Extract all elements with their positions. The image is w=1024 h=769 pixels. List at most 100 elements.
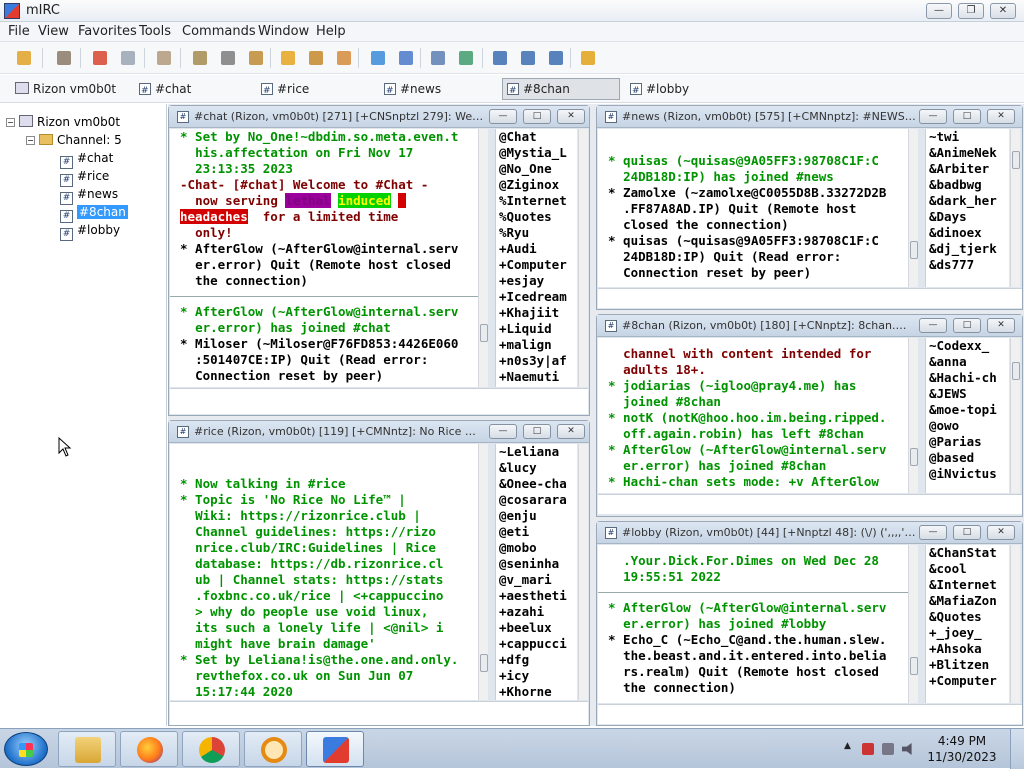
taskbar-search-everything[interactable] xyxy=(244,731,302,767)
nick-item[interactable]: @mobo xyxy=(496,540,577,556)
nick-item[interactable]: @enju xyxy=(496,508,577,524)
nick-item[interactable]: @v_mari xyxy=(496,572,577,588)
message-input[interactable] xyxy=(598,494,1022,514)
options-icon[interactable] xyxy=(90,48,110,68)
nick-item[interactable]: &Days xyxy=(926,209,1009,225)
window-maximize-button[interactable]: □ xyxy=(523,424,551,439)
scrollbar-thumb[interactable] xyxy=(480,654,488,672)
nick-item[interactable]: +azahi xyxy=(496,604,577,620)
nick-item[interactable]: @eti xyxy=(496,524,577,540)
window-minimize-button[interactable]: — xyxy=(919,525,947,540)
nick-item[interactable]: &dj_tjerk xyxy=(926,241,1009,257)
message-input[interactable] xyxy=(170,701,588,725)
message-scrollbar[interactable] xyxy=(908,129,918,287)
nick-item[interactable]: &ds777 xyxy=(926,257,1009,273)
nicklist-scrollbar[interactable] xyxy=(1010,545,1020,703)
nick-item[interactable]: +Naemuti xyxy=(496,369,577,385)
nick-item[interactable]: +beelux xyxy=(496,620,577,636)
nick-item[interactable]: &badbwg xyxy=(926,177,1009,193)
tree-channel-group[interactable]: − Channel: 5 xyxy=(26,131,122,149)
menu-favorites[interactable]: Favorites xyxy=(78,24,137,39)
tree-item-news[interactable]: # #news xyxy=(60,185,118,205)
nick-item[interactable]: @cosarara xyxy=(496,492,577,508)
collapse-icon[interactable]: − xyxy=(26,136,35,145)
nick-item[interactable]: @Chat xyxy=(496,129,577,145)
send-file-icon[interactable] xyxy=(306,48,326,68)
title-bar[interactable]: mIRC — ❐ ✕ xyxy=(0,0,1024,22)
chat-icon[interactable] xyxy=(334,48,354,68)
channel-window-rice[interactable]: # #rice (Rizon, vm0b0t) [119] [+CMNntz]:… xyxy=(168,420,590,726)
nicklist[interactable]: &ChanStat &cool &Internet &MafiaZon &Quo… xyxy=(925,545,1009,703)
nicklist[interactable]: ~Leliana &lucy &Onee-cha @cosarara @enju… xyxy=(495,444,577,700)
nicklist[interactable]: ~twi &AnimeNek &Arbiter &badbwg &dark_he… xyxy=(925,129,1009,287)
scrollbar-thumb[interactable] xyxy=(1012,151,1020,169)
nick-item[interactable]: @Mystia_L xyxy=(496,145,577,161)
switchbar-server[interactable]: Rizon vm0b0t xyxy=(10,78,128,100)
switchbar-tab-rice[interactable]: #rice xyxy=(256,78,374,101)
minimize-button[interactable]: — xyxy=(926,3,952,19)
switchbar-tab-lobby[interactable]: #lobby xyxy=(625,78,743,101)
nick-item[interactable]: +Audi xyxy=(496,241,577,257)
tile-horizontal-icon[interactable] xyxy=(490,48,510,68)
nick-item[interactable]: &dark_her xyxy=(926,193,1009,209)
nick-item[interactable]: &cool xyxy=(926,561,1009,577)
scrollbar-thumb[interactable] xyxy=(910,241,918,259)
restore-button[interactable]: ❐ xyxy=(958,3,984,19)
scrollbar-thumb[interactable] xyxy=(480,324,488,342)
window-titlebar[interactable]: # #chat (Rizon, vm0b0t) [271] [+CNSnptzl… xyxy=(169,106,589,128)
menu-tools[interactable]: Tools xyxy=(139,24,171,39)
nick-item[interactable]: &MafiaZon xyxy=(926,593,1009,609)
received-files-icon[interactable] xyxy=(396,48,416,68)
nick-item[interactable]: @owo xyxy=(926,418,1009,434)
start-button[interactable] xyxy=(4,732,48,766)
nick-item[interactable]: &JEWS xyxy=(926,386,1009,402)
nick-item[interactable]: @based xyxy=(926,450,1009,466)
nick-item[interactable]: +cappucci xyxy=(496,636,577,652)
nick-item[interactable]: &Arbiter xyxy=(926,161,1009,177)
window-minimize-button[interactable]: — xyxy=(919,318,947,333)
nick-item[interactable]: &Hachi-ch xyxy=(926,370,1009,386)
window-close-button[interactable]: ✕ xyxy=(557,109,585,124)
nick-item[interactable]: @Ziginox xyxy=(496,177,577,193)
close-button[interactable]: ✕ xyxy=(990,3,1016,19)
nick-item[interactable]: +Khajiit xyxy=(496,305,577,321)
message-area[interactable]: * Set by No_One!~dbdim.so.meta.even.t hi… xyxy=(170,129,478,387)
nick-item[interactable]: +Liquid xyxy=(496,321,577,337)
mirc-app-icon[interactable] xyxy=(4,3,20,19)
switchbar-tab-news[interactable]: #news xyxy=(379,78,497,101)
taskbar-chrome[interactable] xyxy=(182,731,240,767)
message-scrollbar[interactable] xyxy=(478,129,488,387)
window-titlebar[interactable]: # #rice (Rizon, vm0b0t) [119] [+CMNntz]:… xyxy=(169,421,589,443)
server-list-icon[interactable] xyxy=(54,48,74,68)
nicklist-scrollbar[interactable] xyxy=(1010,129,1020,287)
switchbar-tab-chat[interactable]: #chat xyxy=(134,78,252,101)
nick-item[interactable]: @No_One xyxy=(496,161,577,177)
tree-item-chat[interactable]: # #chat xyxy=(60,149,113,169)
channel-window-lobby[interactable]: # #lobby (Rizon, vm0b0t) [44] [+Nnptzl 4… xyxy=(596,521,1023,726)
window-close-button[interactable]: ✕ xyxy=(557,424,585,439)
message-scrollbar[interactable] xyxy=(478,444,488,700)
message-area[interactable]: * quisas (~quisas@9A05FF3:98708C1F:C 24D… xyxy=(598,129,908,287)
taskbar-file-explorer[interactable] xyxy=(58,731,116,767)
nick-item[interactable]: &Quotes xyxy=(926,609,1009,625)
window-close-button[interactable]: ✕ xyxy=(987,318,1015,333)
action-center-icon[interactable] xyxy=(862,743,874,755)
nick-item[interactable]: +Computer xyxy=(926,673,1009,689)
message-input[interactable] xyxy=(598,704,1022,724)
tree-item-lobby[interactable]: # #lobby xyxy=(60,221,120,241)
menu-window[interactable]: Window xyxy=(258,24,309,39)
clock-time[interactable]: 4:49 PM xyxy=(922,734,1002,748)
window-minimize-button[interactable]: — xyxy=(489,424,517,439)
window-maximize-button[interactable]: □ xyxy=(523,109,551,124)
nick-item[interactable]: %Internet xyxy=(496,193,577,209)
nicklist-scrollbar[interactable] xyxy=(578,444,588,700)
message-area[interactable]: .Your.Dick.For.Dimes on Wed Dec 28 19:55… xyxy=(598,545,908,703)
nick-item[interactable]: +Icedream xyxy=(496,289,577,305)
address-book-icon[interactable] xyxy=(118,48,138,68)
nick-item[interactable]: &moe-topi xyxy=(926,402,1009,418)
nick-item[interactable]: &AnimeNek xyxy=(926,145,1009,161)
timer-icon[interactable] xyxy=(246,48,266,68)
nick-item[interactable]: +esjay xyxy=(496,273,577,289)
window-titlebar[interactable]: # #lobby (Rizon, vm0b0t) [44] [+Nnptzl 4… xyxy=(597,522,1022,544)
nick-item[interactable]: +n0s3y|af xyxy=(496,353,577,369)
